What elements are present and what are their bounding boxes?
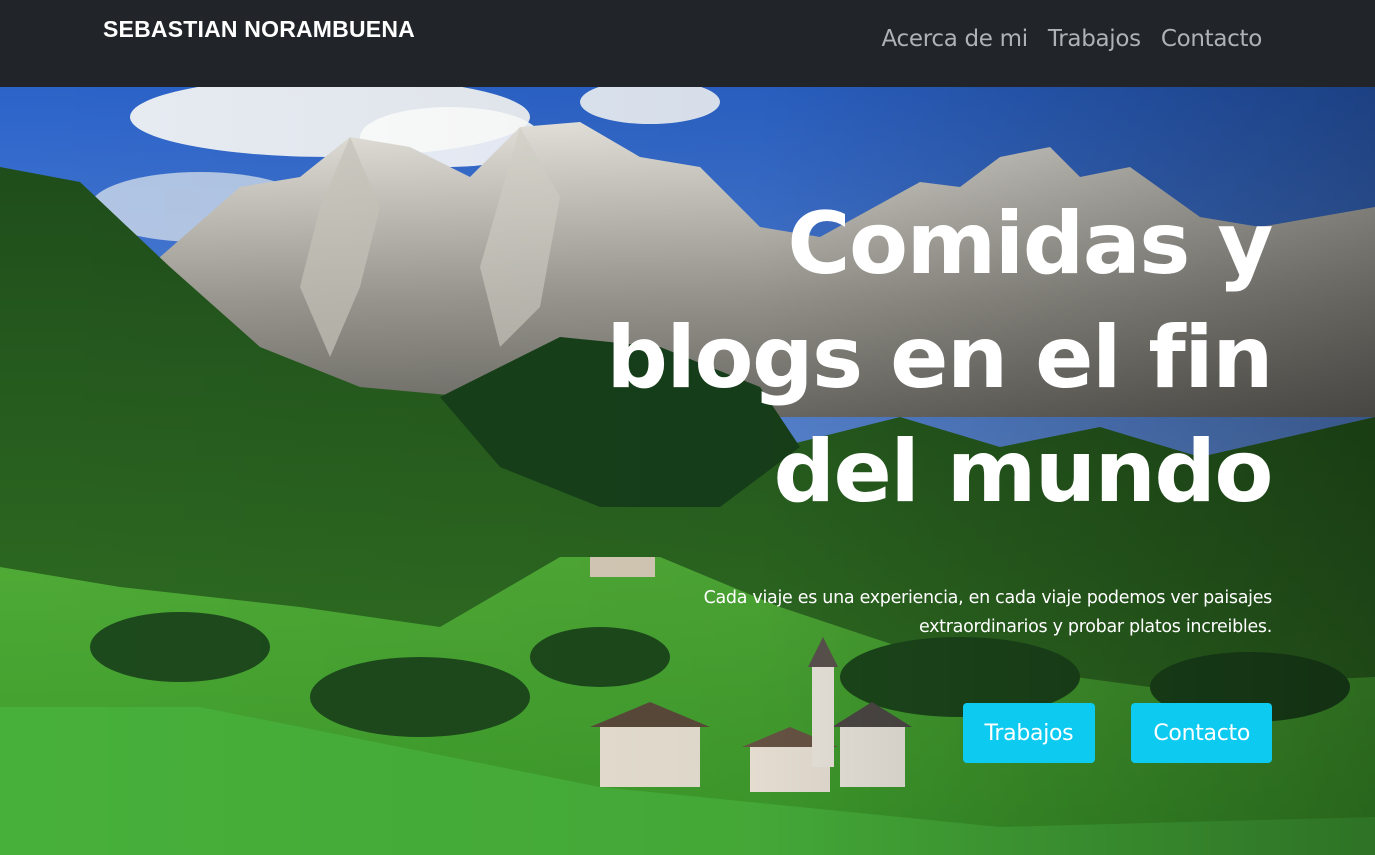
hero-section: Comidas y blogs en el fin del mundo Cada… (0, 87, 1375, 855)
nav-link-contacto[interactable]: Contacto (1161, 26, 1262, 52)
nav-links: Acerca de mi Trabajos Contacto (881, 26, 1262, 52)
hero-title-line: blogs en el fin (606, 308, 1273, 408)
hero-title: Comidas y blogs en el fin del mundo (572, 187, 1273, 529)
hero-title-line: Comidas y (787, 194, 1273, 294)
trabajos-button[interactable]: Trabajos (962, 703, 1096, 763)
hero-title-line: del mundo (773, 422, 1273, 522)
nav-link-acerca[interactable]: Acerca de mi (881, 26, 1028, 52)
brand-link[interactable]: SEBASTIAN NORAMBUENA (103, 16, 415, 43)
hero-text-line: extraordinarios y probar platos increibl… (918, 617, 1272, 637)
hero-text-line: Cada viaje es una experiencia, en cada v… (703, 588, 1273, 608)
hero-description: Cada viaje es una experiencia, en cada v… (632, 584, 1273, 642)
contacto-button[interactable]: Contacto (1131, 703, 1272, 763)
navbar: SEBASTIAN NORAMBUENA Acerca de mi Trabaj… (0, 0, 1375, 87)
hero-buttons: Trabajos Contacto (962, 703, 1272, 763)
nav-link-trabajos[interactable]: Trabajos (1048, 26, 1141, 52)
